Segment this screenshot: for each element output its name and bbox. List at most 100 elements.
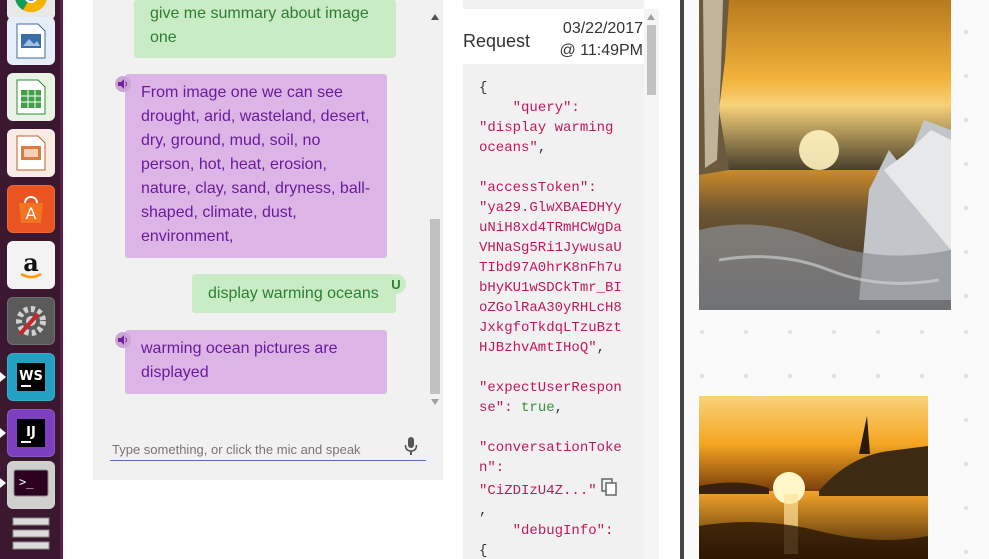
placeholder-dot bbox=[964, 330, 968, 334]
libreoffice-draw-icon[interactable] bbox=[7, 17, 55, 65]
ocean-image-beach-sunset[interactable] bbox=[699, 396, 928, 559]
json-line: "conversationToke bbox=[479, 440, 622, 456]
placeholder-dot bbox=[876, 374, 880, 378]
agent-message: From image one we can see drought, arid,… bbox=[125, 74, 387, 258]
message-text: environment, bbox=[141, 228, 234, 245]
input-underline bbox=[110, 460, 426, 461]
mic-icon[interactable] bbox=[404, 437, 418, 457]
json-line: n": bbox=[479, 460, 505, 476]
placeholder-dot bbox=[964, 30, 968, 34]
debug-title: Request bbox=[463, 31, 531, 51]
message-text: display warming oceans bbox=[208, 285, 379, 302]
scroll-up-arrow[interactable] bbox=[647, 14, 655, 20]
placeholder-dot bbox=[744, 374, 748, 378]
placeholder-dot bbox=[964, 162, 968, 166]
launcher: A a WS IJ >_ bbox=[0, 0, 63, 559]
amazon-icon[interactable]: a bbox=[7, 241, 55, 289]
chat-input[interactable] bbox=[112, 440, 392, 458]
debug-panel: Request 03/22/2017 @ 11:49PM { "query": … bbox=[463, 0, 659, 559]
libreoffice-impress-icon[interactable] bbox=[7, 129, 55, 177]
placeholder-dot bbox=[788, 374, 792, 378]
chat-panel: give me summary about image one From ima… bbox=[93, 0, 443, 480]
message-text: nature, clay, sand, dryness, ball- bbox=[141, 180, 371, 197]
message-text: From image one we can see bbox=[141, 84, 343, 101]
message-text: dry, ground, mud, soil, no bbox=[141, 132, 321, 149]
placeholder-dot bbox=[700, 330, 704, 334]
placeholder-dot bbox=[964, 462, 968, 466]
user-avatar-badge: U bbox=[386, 274, 406, 294]
ubuntu-software-icon[interactable]: A bbox=[7, 185, 55, 233]
svg-text:>_: >_ bbox=[19, 475, 34, 489]
image-results-panel bbox=[684, 0, 989, 559]
placeholder-dot bbox=[964, 206, 968, 210]
json-line: JxkgfoTkdqLTzuBzt bbox=[479, 320, 622, 336]
workspaces-icon[interactable] bbox=[7, 511, 55, 559]
svg-text:A: A bbox=[26, 204, 37, 223]
svg-text:a: a bbox=[23, 248, 39, 277]
message-text: one bbox=[150, 29, 177, 46]
json-line: uNiH8xd4TRmHCWgDa bbox=[479, 220, 622, 236]
message-text: person, hot, heat, erosion, bbox=[141, 156, 327, 173]
agent-message: warming ocean pictures are displayed bbox=[125, 330, 387, 394]
json-line: "accessToken": bbox=[479, 180, 597, 196]
system-settings-icon[interactable] bbox=[7, 297, 55, 345]
copy-icon[interactable] bbox=[601, 478, 617, 496]
message-text: drought, arid, wasteland, desert, bbox=[141, 108, 370, 125]
request-time: @ 11:49PM bbox=[559, 42, 643, 59]
request-date: 03/22/2017 bbox=[562, 20, 643, 37]
json-line: { bbox=[479, 80, 488, 96]
terminal-icon[interactable]: >_ bbox=[7, 461, 55, 509]
json-line: oceans", bbox=[479, 140, 547, 156]
placeholder-dot bbox=[876, 330, 880, 334]
placeholder-dot bbox=[964, 294, 968, 298]
speaker-icon[interactable] bbox=[115, 332, 131, 348]
chat-scrollbar-thumb[interactable] bbox=[430, 219, 440, 394]
running-indicator bbox=[0, 372, 6, 382]
placeholder-dot bbox=[964, 418, 968, 422]
placeholder-dot bbox=[964, 74, 968, 78]
placeholder-dot bbox=[964, 374, 968, 378]
ocean-image-ice-sunset[interactable] bbox=[699, 0, 951, 310]
json-line: "CiZDIzU4Z..." bbox=[479, 483, 597, 499]
json-line: "debugInfo": bbox=[512, 523, 614, 539]
intellij-idea-icon[interactable]: IJ bbox=[7, 409, 55, 457]
placeholder-dot bbox=[788, 330, 792, 334]
json-line: se": true, bbox=[479, 400, 564, 416]
json-line: VHNaSg5Ri1JywusaU bbox=[479, 240, 622, 256]
json-line: { bbox=[479, 543, 488, 559]
message-text: warming ocean pictures are bbox=[141, 340, 338, 357]
speaker-icon[interactable] bbox=[115, 76, 131, 92]
request-timestamp: 03/22/2017 @ 11:49PM bbox=[556, 18, 643, 62]
json-line: TIbd97A0hrK8nFh7u bbox=[479, 260, 622, 276]
message-text: displayed bbox=[141, 364, 209, 381]
placeholder-dot bbox=[964, 550, 968, 554]
scroll-up-arrow[interactable] bbox=[431, 14, 439, 20]
message-text: shaped, climate, dust, bbox=[141, 204, 297, 221]
json-line: , bbox=[479, 503, 488, 519]
running-indicator bbox=[0, 478, 6, 488]
debug-tab-strip bbox=[463, 0, 644, 9]
json-line: bHyKU1wSDCkTmr_BI bbox=[479, 280, 622, 296]
user-message: display warming oceans bbox=[192, 274, 396, 313]
message-text: give me summary about image bbox=[150, 5, 369, 22]
json-line: "ya29.GlwXBAEDHYy bbox=[479, 200, 622, 216]
placeholder-dot bbox=[964, 118, 968, 122]
placeholder-dot bbox=[832, 330, 836, 334]
chat-scrollbar[interactable] bbox=[428, 9, 442, 409]
debug-scrollbar-thumb[interactable] bbox=[647, 25, 656, 95]
placeholder-dot bbox=[920, 374, 924, 378]
json-line: "expectUserRespon bbox=[479, 380, 622, 396]
placeholder-dot bbox=[700, 374, 704, 378]
webstorm-icon[interactable]: WS bbox=[7, 353, 55, 401]
debug-scrollbar[interactable] bbox=[644, 9, 659, 559]
svg-text:IJ: IJ bbox=[26, 425, 36, 440]
placeholder-dot bbox=[744, 330, 748, 334]
placeholder-dot bbox=[920, 330, 924, 334]
placeholder-dot bbox=[832, 374, 836, 378]
scroll-down-arrow[interactable] bbox=[431, 399, 439, 405]
libreoffice-calc-icon[interactable] bbox=[7, 73, 55, 121]
user-message: give me summary about image one bbox=[134, 0, 396, 58]
json-line: "display warming bbox=[479, 120, 614, 136]
svg-text:WS: WS bbox=[19, 369, 43, 384]
placeholder-dot bbox=[964, 250, 968, 254]
